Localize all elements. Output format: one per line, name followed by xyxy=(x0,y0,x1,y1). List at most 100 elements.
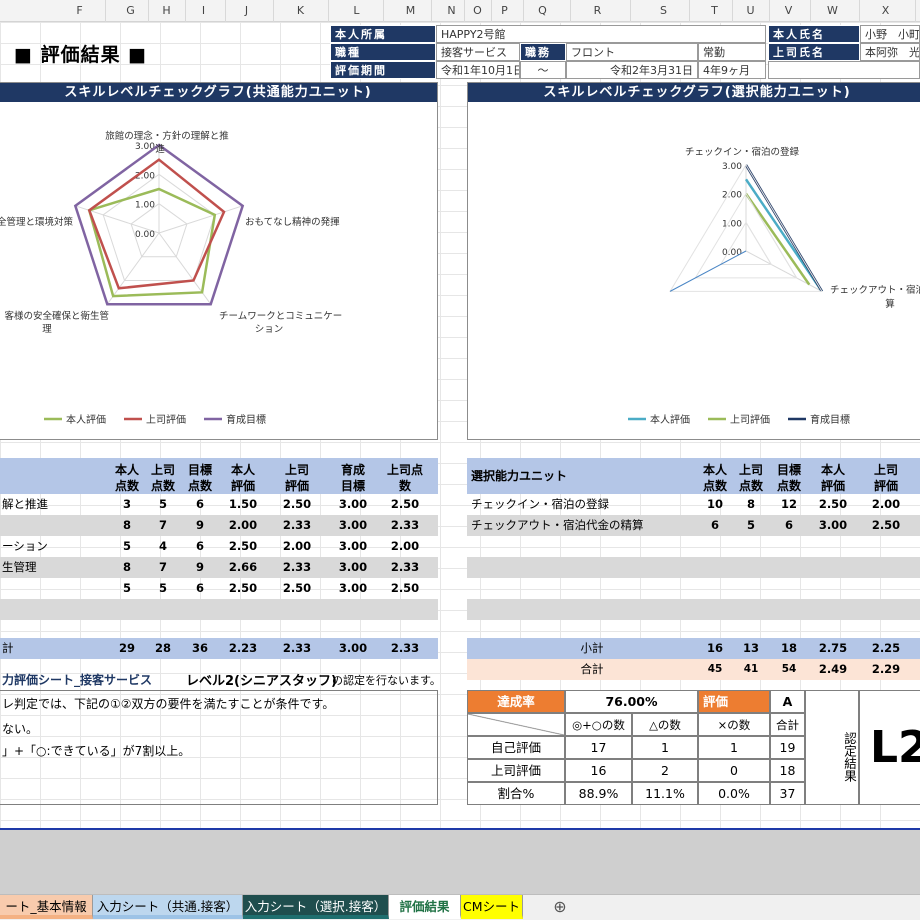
cell-value[interactable]: 2.29 xyxy=(862,659,910,680)
cell-value[interactable]: 3.00 xyxy=(329,557,377,578)
cell-value[interactable]: 3.00 xyxy=(329,578,377,599)
employment-status[interactable]: 常勤 xyxy=(698,43,766,61)
cell-value[interactable]: 6 xyxy=(176,578,224,599)
cell-value[interactable]: 3.00 xyxy=(809,515,857,536)
cell-value[interactable]: 2.25 xyxy=(862,638,910,659)
row-label xyxy=(0,515,2,536)
column-letter[interactable]: V xyxy=(767,0,811,22)
cell-value[interactable]: 2.00 xyxy=(862,494,910,515)
eval-cell[interactable]: 0.0% xyxy=(698,782,770,805)
column-letter[interactable]: K xyxy=(273,0,329,22)
level-tail: の認定を行ないます。 xyxy=(332,674,441,687)
cert-label: 認定結果 xyxy=(805,690,859,805)
common-chart-panel[interactable]: スキルレベルチェックグラフ(共通能力ユニット) 0.00 1.00 2.00 3.00… xyxy=(0,82,438,440)
cell-value[interactable]: 2.50 xyxy=(862,515,910,536)
blank-row xyxy=(467,557,920,578)
eval-cell[interactable]: 1 xyxy=(632,736,698,759)
column-letter[interactable]: S xyxy=(639,0,690,22)
cell-value[interactable]: 2.66 xyxy=(219,557,267,578)
supervisor-value[interactable]: 本阿弥 光 xyxy=(860,43,920,61)
add-sheet-icon[interactable]: ⊕ xyxy=(548,895,572,919)
selected-chart-panel[interactable]: スキルレベルチェックグラフ(選択能力ユニット) 0.00 1.00 2.00 3.00… xyxy=(467,82,920,440)
eval-cell[interactable]: 17 xyxy=(565,736,632,759)
cell-value[interactable]: 2.00 xyxy=(219,515,267,536)
cell-value[interactable]: 2.33 xyxy=(381,515,429,536)
column-letter[interactable]: R xyxy=(565,0,631,22)
cell-value[interactable]: 9 xyxy=(176,557,224,578)
common-chart-title: スキルレベルチェックグラフ(共通能力ユニット) xyxy=(0,83,437,102)
column-header-bar: FGHIJKLMNOPQRSTUVWX xyxy=(0,0,920,22)
period-tilde: ～ xyxy=(520,61,566,79)
eval-cell[interactable]: 0 xyxy=(698,759,770,782)
eval-cell[interactable]: 37 xyxy=(770,782,805,805)
eval-cell[interactable]: 18 xyxy=(770,759,805,782)
selected-col-header: 本人 評価 xyxy=(820,463,845,493)
cell-value[interactable]: 2.50 xyxy=(273,578,321,599)
cell-value[interactable]: 9 xyxy=(176,515,224,536)
cell-value[interactable]: 6 xyxy=(765,515,813,536)
cell-value[interactable]: 2.75 xyxy=(809,638,857,659)
cell-value[interactable]: 2.50 xyxy=(381,494,429,515)
level-text: レベル2(シニアスタッフ) xyxy=(186,674,337,689)
cell-value[interactable]: 6 xyxy=(176,536,224,557)
cell-value[interactable]: 2.33 xyxy=(273,638,321,659)
period-end[interactable]: 令和2年3月31日 xyxy=(566,61,698,79)
cell-value[interactable]: 2.23 xyxy=(219,638,267,659)
affiliation-value[interactable]: HAPPY2号館 xyxy=(436,25,766,43)
column-letter[interactable]: L xyxy=(330,0,384,22)
cell-value[interactable]: 2.33 xyxy=(273,515,321,536)
column-letter[interactable]: N xyxy=(439,0,465,22)
cell-value[interactable]: 3.00 xyxy=(329,638,377,659)
cell-value[interactable]: 3.00 xyxy=(329,536,377,557)
column-letter[interactable]: Q xyxy=(516,0,571,22)
eval-cell[interactable]: 11.1% xyxy=(632,782,698,805)
eval-cell[interactable]: 2 xyxy=(632,759,698,782)
cell-value[interactable]: 18 xyxy=(765,638,813,659)
column-letter[interactable]: G xyxy=(113,0,149,22)
name-value[interactable]: 小野 小町 xyxy=(860,25,920,43)
column-letter[interactable]: X xyxy=(856,0,916,22)
eval-cell[interactable]: 19 xyxy=(770,736,805,759)
sheet-tab[interactable]: ート_基本情報 xyxy=(0,895,93,919)
cell-value[interactable]: 2.50 xyxy=(219,578,267,599)
eval-cell[interactable]: 1 xyxy=(698,736,770,759)
column-letter[interactable]: F xyxy=(55,0,106,22)
cell-value[interactable]: 3.00 xyxy=(329,515,377,536)
axis-label: 全管理と環境対策 xyxy=(0,216,73,228)
selected-total-row: 合計 45 41 54 2.49 2.29 xyxy=(467,659,920,680)
cell-value[interactable]: 54 xyxy=(765,659,813,680)
column-letter[interactable]: U xyxy=(732,0,770,22)
cell-value[interactable]: 6 xyxy=(176,494,224,515)
column-letter[interactable]: M xyxy=(391,0,432,22)
cell-value[interactable]: 12 xyxy=(765,494,813,515)
cell-value[interactable]: 1.50 xyxy=(219,494,267,515)
sheet-reference: 力評価シート_接客サービス xyxy=(2,673,153,687)
eval-cell[interactable]: 88.9% xyxy=(565,782,632,805)
cell-value[interactable]: 2.33 xyxy=(273,557,321,578)
column-letter[interactable]: W xyxy=(807,0,860,22)
column-letter[interactable]: J xyxy=(220,0,274,22)
sheet-tab[interactable]: 入力シート（共通.接客） xyxy=(93,895,243,919)
cell-value[interactable]: 2.33 xyxy=(381,638,429,659)
duty-value[interactable]: フロント xyxy=(566,43,698,61)
legend-label: 育成目標 xyxy=(810,413,850,426)
cell-value[interactable]: 2.50 xyxy=(381,578,429,599)
cell-value[interactable]: 2.50 xyxy=(809,494,857,515)
cell-value[interactable]: 36 xyxy=(176,638,224,659)
cell-value[interactable]: 3.00 xyxy=(329,494,377,515)
eval-cell[interactable]: 16 xyxy=(565,759,632,782)
sheet-tab[interactable]: CMシート xyxy=(461,895,523,919)
period-start[interactable]: 令和1年10月1日 xyxy=(436,61,520,79)
cell-value[interactable]: 2.00 xyxy=(381,536,429,557)
cell-value[interactable]: 2.33 xyxy=(381,557,429,578)
column-letter[interactable]: H xyxy=(149,0,186,22)
job-type-value[interactable]: 接客サービス xyxy=(436,43,520,61)
cell-value[interactable]: 2.00 xyxy=(273,536,321,557)
sheet-tab[interactable]: 入力シート（選択.接客） xyxy=(243,895,389,919)
cell-value[interactable]: 2.50 xyxy=(273,494,321,515)
sheet-tab[interactable]: 評価結果 xyxy=(389,895,461,919)
cell-value[interactable]: 2.49 xyxy=(809,659,857,680)
column-letter[interactable]: T xyxy=(697,0,733,22)
supervisor-label: 上司氏名 xyxy=(768,43,860,61)
cell-value[interactable]: 2.50 xyxy=(219,536,267,557)
